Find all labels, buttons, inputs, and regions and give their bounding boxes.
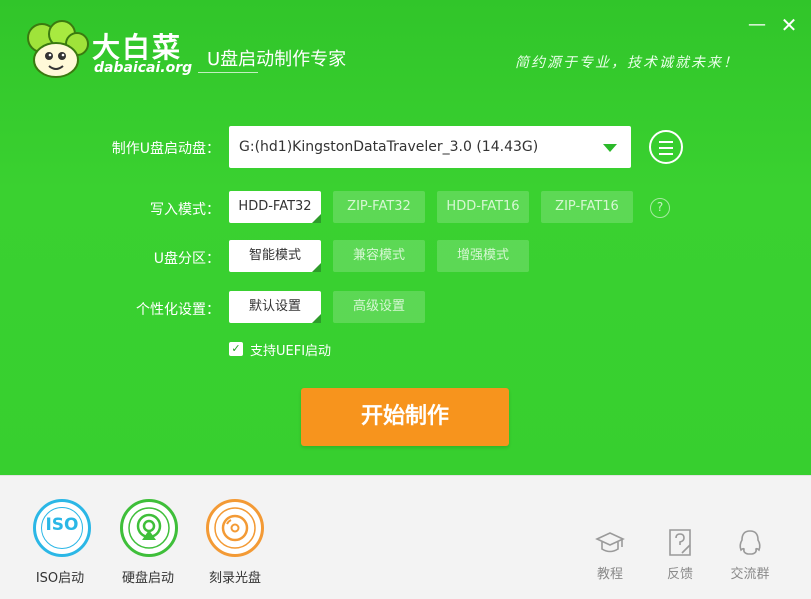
feedback-icon[interactable]: [665, 528, 695, 558]
community-label[interactable]: 交流群: [720, 563, 780, 582]
partition-enhanced[interactable]: 增强模式: [437, 240, 529, 272]
main-panel: 大白菜 dabaicai.org U盘启动制作专家 简约源于专业，技术诚就未来！…: [0, 0, 811, 475]
write-mode-zip-fat16[interactable]: ZIP-FAT16: [541, 191, 633, 223]
title-underline: [198, 72, 258, 73]
iso-icon: ISO: [45, 515, 79, 535]
cd-icon: [214, 507, 256, 549]
close-button[interactable]: ✕: [778, 14, 800, 36]
burn-cd-button[interactable]: [206, 499, 264, 557]
device-label: 制作U盘启动盘：: [111, 141, 220, 157]
device-select-value: G:(hd1)KingstonDataTraveler_3.0 (14.43G): [239, 139, 539, 155]
iso-boot-button[interactable]: ISO: [33, 499, 91, 557]
brand-domain: dabaicai.org: [94, 60, 193, 76]
personalize-advanced[interactable]: 高级设置: [333, 291, 425, 323]
help-icon[interactable]: ?: [650, 198, 670, 218]
write-mode-hdd-fat16[interactable]: HDD-FAT16: [437, 191, 529, 223]
disk-boot-label[interactable]: 硬盘启动: [103, 567, 193, 586]
start-button[interactable]: 开始制作: [301, 388, 509, 446]
app-title: U盘启动制作专家: [207, 49, 347, 70]
partition-smart[interactable]: 智能模式: [229, 240, 321, 272]
personalize-label: 个性化设置：: [136, 302, 220, 318]
minimize-button[interactable]: —: [746, 14, 768, 36]
partition-compatible[interactable]: 兼容模式: [333, 240, 425, 272]
iso-boot-label[interactable]: ISO启动: [15, 567, 105, 586]
dropdown-arrow-icon[interactable]: [603, 144, 617, 152]
menu-icon[interactable]: [649, 130, 683, 164]
write-mode-hdd-fat32[interactable]: HDD-FAT32: [229, 191, 321, 223]
burn-cd-label[interactable]: 刻录光盘: [190, 567, 280, 586]
personalize-default[interactable]: 默认设置: [229, 291, 321, 323]
write-mode-label: 写入模式：: [150, 202, 220, 218]
qq-penguin-icon[interactable]: [735, 528, 765, 558]
partition-label: U盘分区：: [153, 251, 220, 267]
feedback-label[interactable]: 反馈: [650, 563, 710, 582]
write-mode-zip-fat32[interactable]: ZIP-FAT32: [333, 191, 425, 223]
uefi-label[interactable]: 支持UEFI启动: [250, 340, 331, 359]
disk-boot-button[interactable]: [120, 499, 178, 557]
app-window: 大白菜 dabaicai.org U盘启动制作专家 简约源于专业，技术诚就未来！…: [0, 0, 811, 599]
tutorial-label[interactable]: 教程: [580, 563, 640, 582]
device-select[interactable]: G:(hd1)KingstonDataTraveler_3.0 (14.43G): [229, 126, 631, 168]
uefi-checkbox[interactable]: ✓: [229, 342, 243, 356]
graduation-cap-icon[interactable]: [595, 528, 625, 558]
disk-icon: [128, 507, 170, 549]
cabbage-logo-icon: [27, 20, 89, 78]
slogan: 简约源于专业，技术诚就未来！: [515, 55, 739, 71]
